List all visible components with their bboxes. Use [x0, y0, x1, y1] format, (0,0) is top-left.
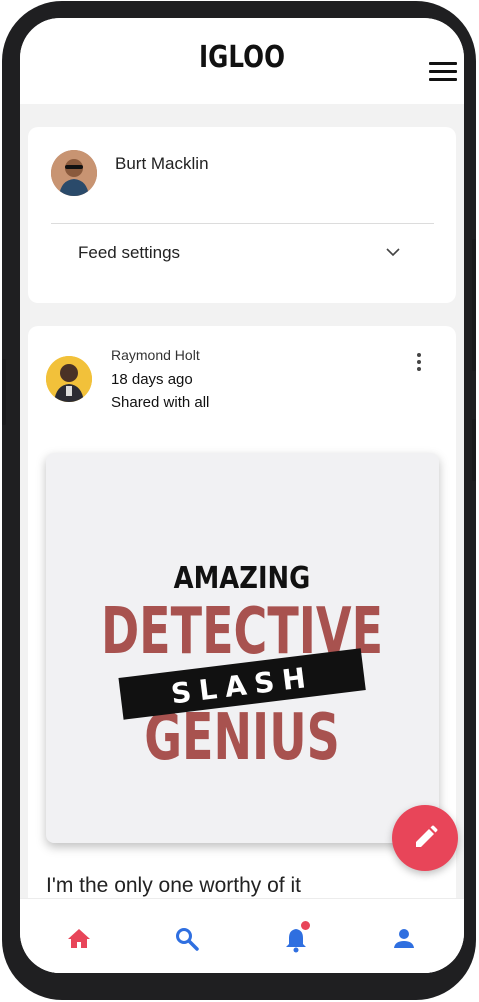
hamburger-menu-icon[interactable]: [429, 62, 457, 82]
app-title: IGLOO: [199, 40, 285, 75]
app-header: IGLOO: [20, 18, 464, 104]
home-icon: [68, 929, 90, 948]
feed-settings-label: Feed settings: [78, 243, 181, 262]
post-time: 18 days ago: [111, 371, 193, 388]
compose-button[interactable]: [392, 805, 458, 871]
avatar[interactable]: [51, 150, 97, 196]
nav-profile[interactable]: [386, 921, 422, 957]
more-vert-icon[interactable]: [414, 353, 424, 375]
phone-side-button: [2, 359, 6, 425]
user-icon: [394, 929, 414, 948]
bottom-nav: [20, 898, 464, 973]
post-caption: I'm the only one worthy of it: [46, 874, 301, 897]
pencil-icon: [416, 825, 438, 847]
chevron-down-icon: [386, 248, 400, 257]
avatar[interactable]: [46, 356, 92, 402]
profile-name: Burt Macklin: [115, 154, 209, 173]
post-visibility: Shared with all: [111, 394, 210, 411]
phone-frame: IGLOO Burt Macklin Feed settings Raymond…: [2, 1, 476, 1000]
app-screen: IGLOO Burt Macklin Feed settings Raymond…: [20, 18, 464, 973]
post-image[interactable]: AMAZING DETECTIVE GENIUS SLASH: [46, 453, 439, 843]
phone-side-button: [472, 419, 476, 481]
notification-badge: [301, 921, 310, 930]
image-text-amazing: AMAZING: [174, 560, 311, 595]
profile-card: Burt Macklin Feed settings: [28, 127, 456, 303]
phone-side-button: [472, 239, 476, 371]
search-icon: [176, 928, 199, 951]
post-card: Raymond Holt 18 days ago Shared with all…: [28, 326, 456, 973]
feed-settings-dropdown[interactable]: Feed settings: [51, 233, 434, 279]
nav-notifications[interactable]: [278, 921, 314, 957]
nav-search[interactable]: [169, 921, 205, 957]
divider: [51, 223, 434, 224]
nav-home[interactable]: [61, 921, 97, 957]
post-author[interactable]: Raymond Holt: [111, 347, 200, 363]
